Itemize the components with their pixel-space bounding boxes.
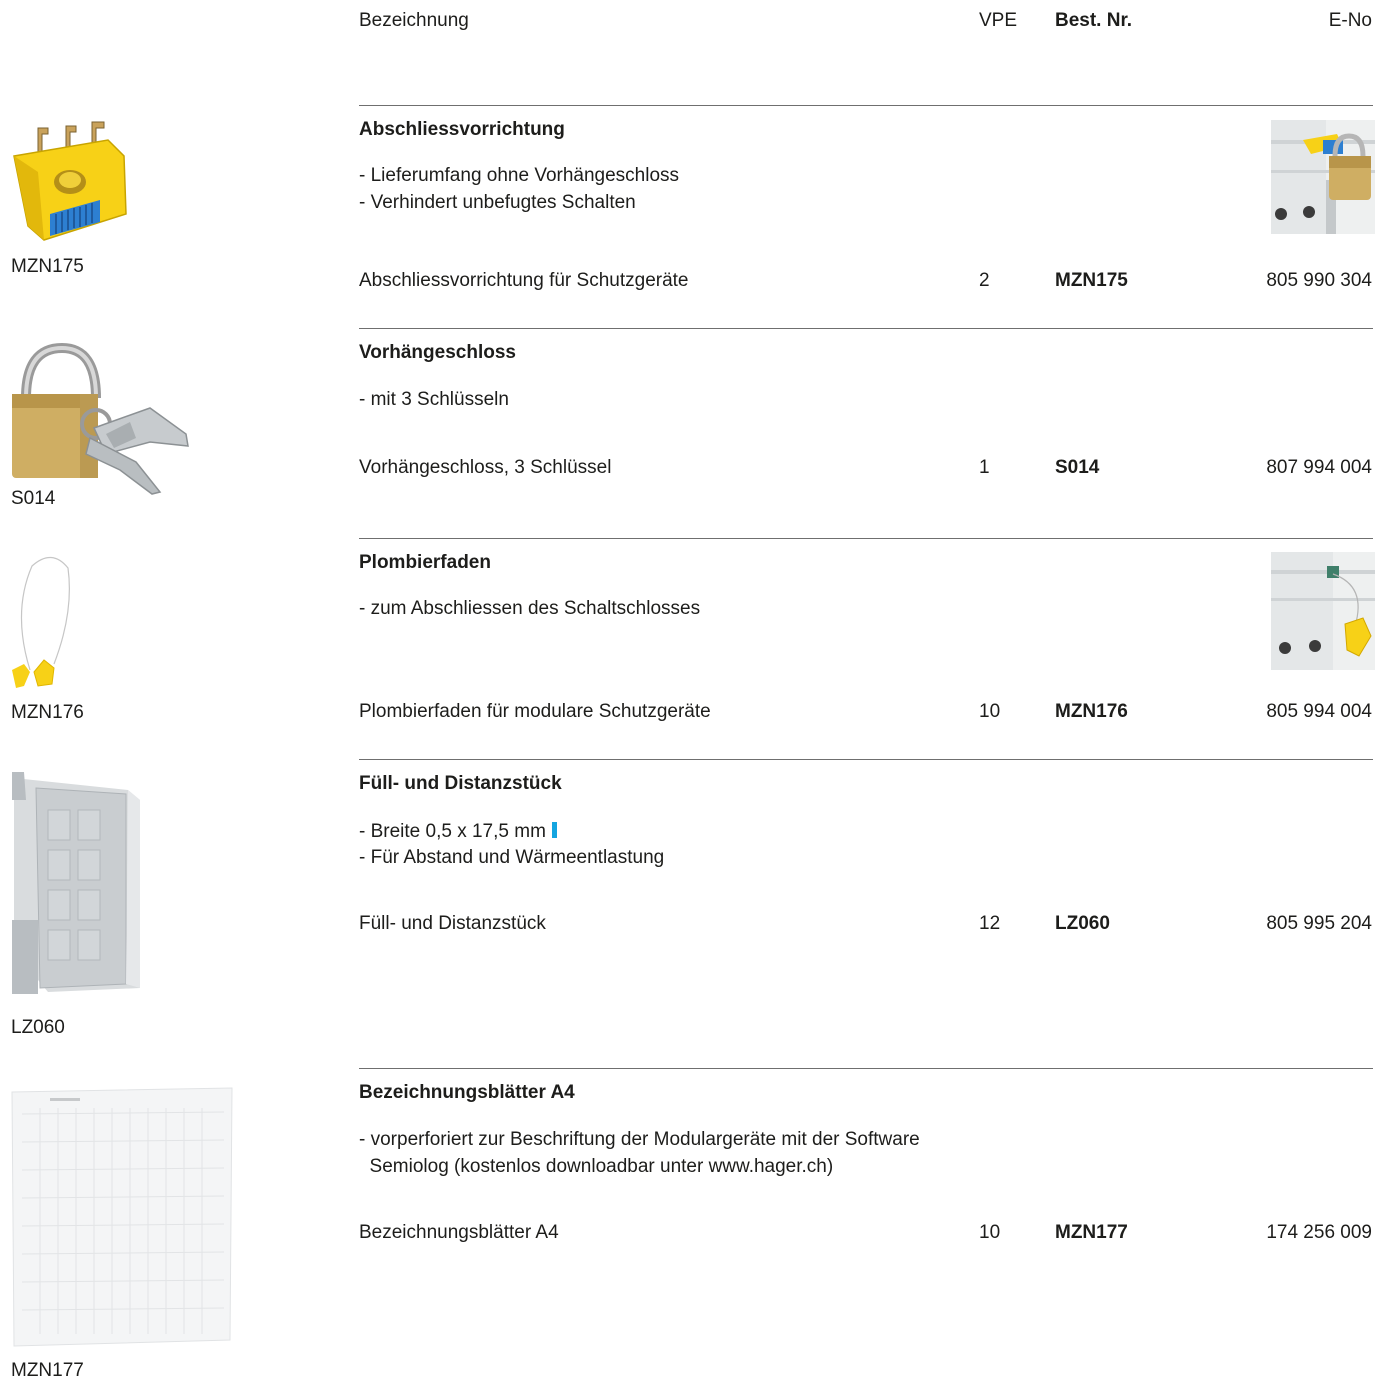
product-feature: - Lieferumfang ohne Vorhängeschloss [359, 165, 680, 186]
product-vpe: 12 [979, 913, 1001, 934]
product-title: Plombierfaden [359, 552, 491, 573]
label-sheet-image [11, 1087, 233, 1347]
sealing-wire-image [12, 556, 70, 688]
product-vpe: 10 [979, 1222, 1001, 1243]
product-e-no: 805 994 004 [1266, 701, 1372, 722]
product-title: Füll- und Distanzstück [359, 773, 562, 794]
product-vpe: 1 [979, 457, 990, 478]
product-feature: - zum Abschliessen des Schaltschlosses [359, 598, 701, 619]
product-vpe: 2 [979, 270, 990, 291]
product-order-no: MZN176 [1055, 701, 1128, 722]
lockout-clip-image [13, 121, 127, 241]
sealing-wire-application-image [1271, 552, 1375, 670]
product-image-caption: MZN176 [11, 702, 84, 723]
section-divider [359, 538, 1373, 539]
product-order-no: MZN175 [1055, 270, 1128, 291]
product-image-caption: MZN175 [11, 256, 84, 277]
column-header-vpe: VPE [979, 10, 1018, 31]
product-title: Vorhängeschloss [359, 342, 516, 363]
product-order-no: LZ060 [1055, 913, 1110, 934]
product-name: Abschliessvorrichtung für Schutzgeräte [359, 270, 689, 291]
lockout-application-image [1271, 120, 1375, 234]
column-header-e-no: E-No [1328, 10, 1372, 31]
product-title: Bezeichnungsblätter A4 [359, 1082, 575, 1103]
product-image-caption: LZ060 [11, 1017, 65, 1038]
section-divider [359, 759, 1373, 760]
product-feature-text: - Breite 0,5 x 17,5 mm [359, 821, 546, 842]
product-order-no: S014 [1055, 457, 1100, 478]
product-feature: - Breite 0,5 x 17,5 mm [359, 818, 557, 845]
product-name: Füll- und Distanzstück [359, 913, 546, 934]
section-divider [359, 1068, 1373, 1069]
product-image-caption: MZN177 [11, 1360, 84, 1381]
product-feature: - mit 3 Schlüsseln [359, 389, 509, 410]
product-title: Abschliessvorrichtung [359, 119, 565, 140]
product-feature: - vorperforiert zur Beschriftung der Mod… [359, 1129, 920, 1150]
product-feature: Semiolog (kostenlos downloadbar unter ww… [359, 1156, 834, 1177]
product-feature: - Verhindert unbefugtes Schalten [359, 192, 636, 213]
new-product-marker [551, 822, 557, 838]
product-vpe: 10 [979, 701, 1001, 722]
product-e-no: 174 256 009 [1266, 1222, 1372, 1243]
product-name: Bezeichnungsblätter A4 [359, 1222, 559, 1243]
section-divider [359, 105, 1373, 106]
product-e-no: 807 994 004 [1266, 457, 1372, 478]
product-feature: - Für Abstand und Wärmeentlastung [359, 847, 665, 868]
padlock-with-keys-image [12, 342, 189, 495]
product-name: Vorhängeschloss, 3 Schlüssel [359, 457, 612, 478]
product-name: Plombierfaden für modulare Schutzgeräte [359, 701, 711, 722]
product-e-no: 805 990 304 [1266, 270, 1372, 291]
spacer-image [12, 772, 140, 994]
column-header-designation: Bezeichnung [359, 10, 469, 31]
product-order-no: MZN177 [1055, 1222, 1128, 1243]
column-header-order-no: Best. Nr. [1055, 10, 1133, 31]
product-e-no: 805 995 204 [1266, 913, 1372, 934]
section-divider [359, 328, 1373, 329]
